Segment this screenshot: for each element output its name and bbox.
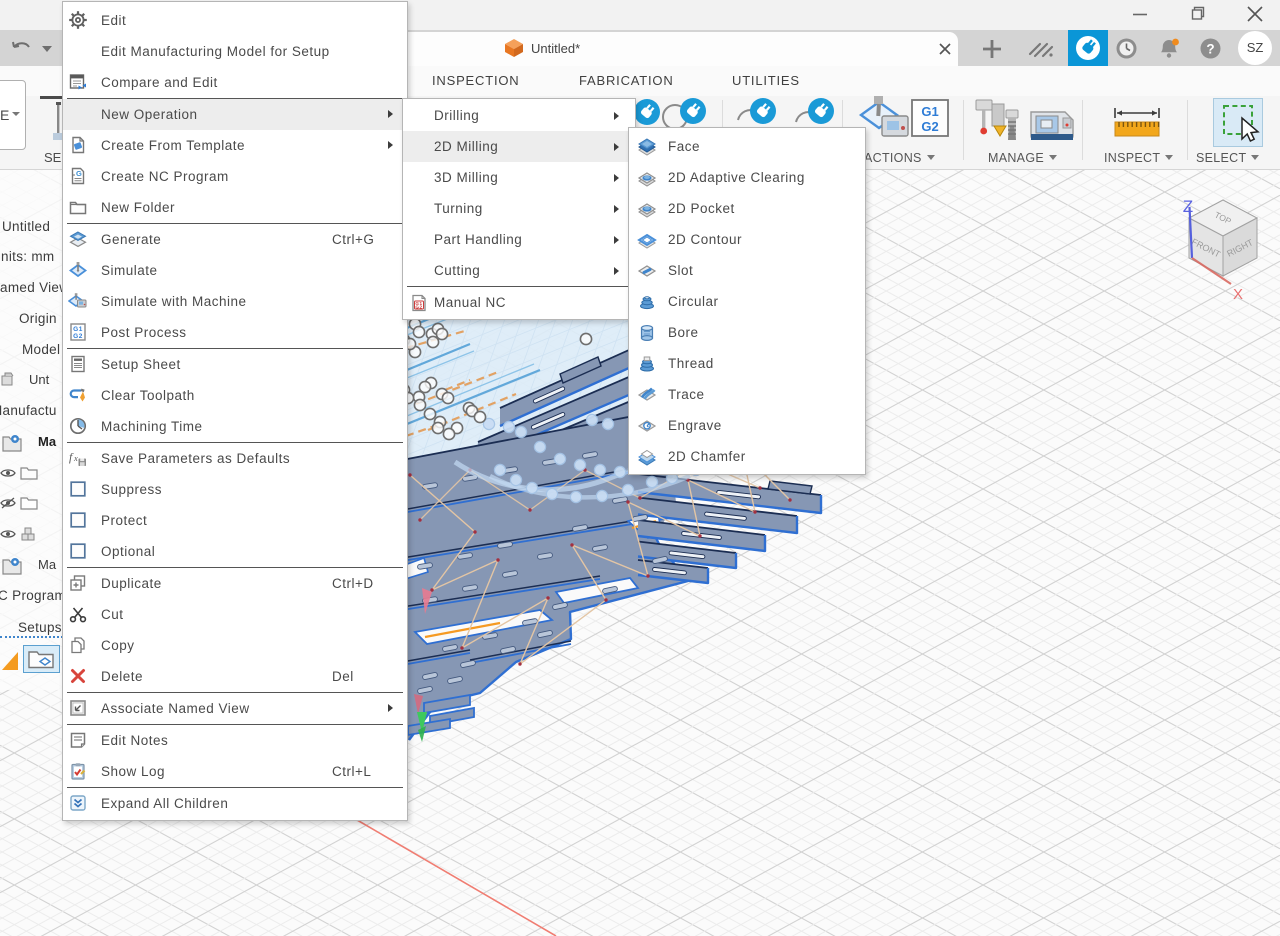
svg-text:X: X [1233, 286, 1243, 303]
svg-text:x: x [73, 453, 78, 463]
svg-text:?: ? [1206, 42, 1214, 57]
svg-text:G2: G2 [415, 304, 422, 309]
svg-text:G2: G2 [73, 333, 83, 340]
svg-text:G1: G1 [921, 104, 938, 119]
svg-text:G2: G2 [921, 119, 938, 134]
svg-text:G1: G1 [73, 326, 83, 333]
svg-text:G: G [76, 169, 82, 178]
svg-text:Z: Z [1183, 197, 1193, 216]
